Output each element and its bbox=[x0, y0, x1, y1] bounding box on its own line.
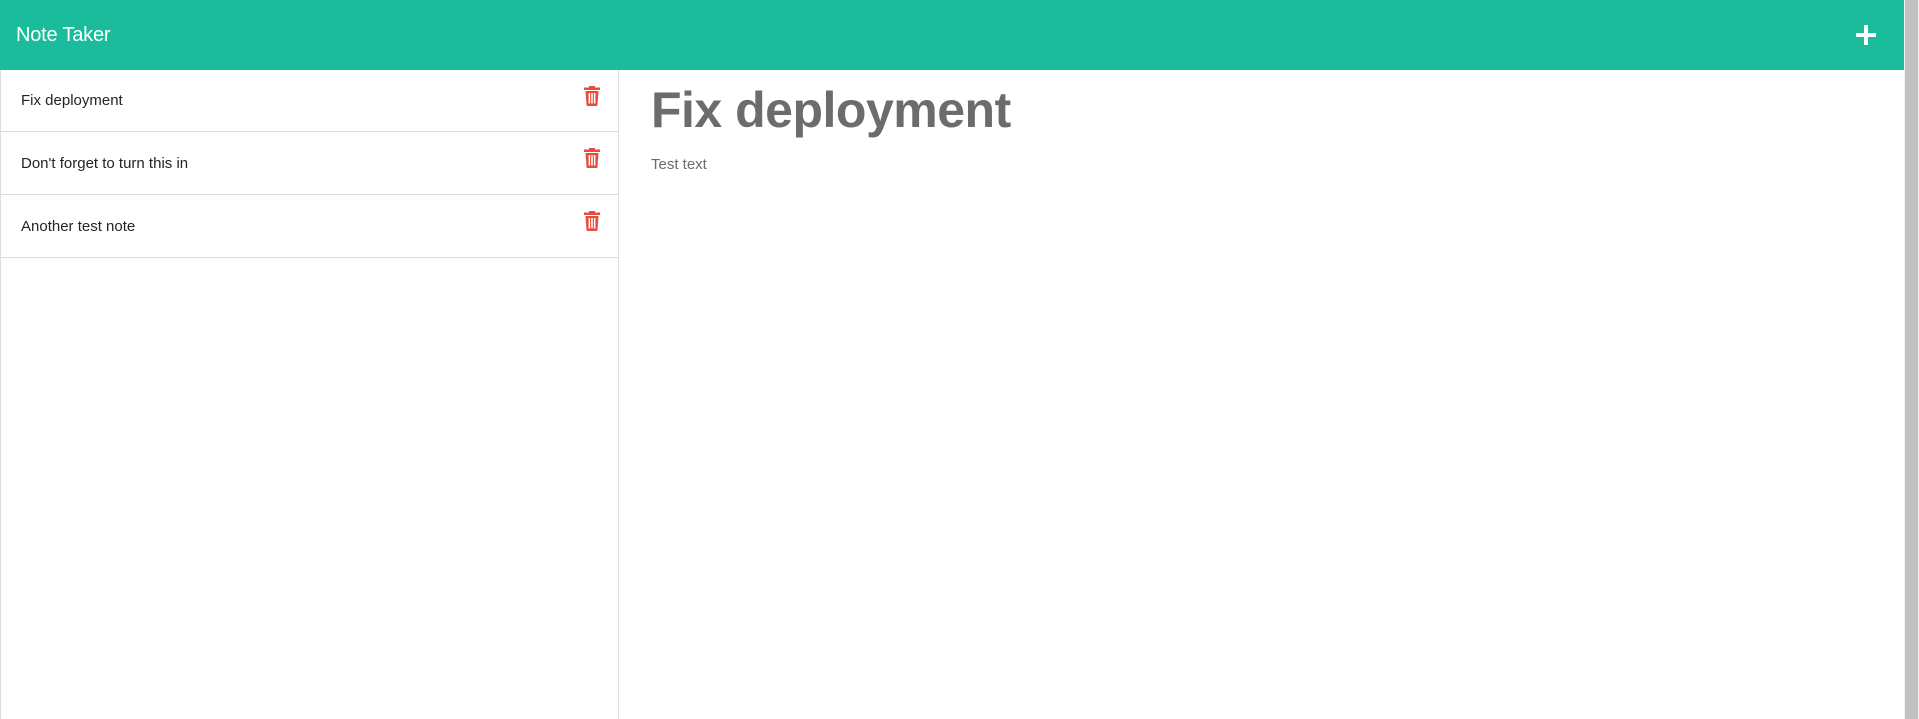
note-title: Fix deployment bbox=[21, 92, 123, 109]
trash-icon[interactable] bbox=[584, 148, 600, 168]
note-title: Another test note bbox=[21, 217, 136, 235]
note-title: Don't forget to turn this in bbox=[21, 154, 189, 172]
note-list-item[interactable]: Another test note bbox=[1, 195, 618, 258]
note-list-item[interactable]: Don't forget to turn this in bbox=[1, 132, 618, 195]
note-list: Fix deployment Don't forget to turn this… bbox=[1, 70, 618, 258]
plus-icon bbox=[1856, 25, 1876, 45]
page-scrollbar[interactable] bbox=[1904, 0, 1919, 719]
scrollbar-thumb[interactable] bbox=[1905, 0, 1918, 719]
app-brand[interactable]: Note Taker bbox=[16, 24, 111, 47]
navbar: Note Taker bbox=[0, 0, 1904, 70]
note-text-area[interactable]: Test text bbox=[651, 156, 1872, 173]
new-note-button[interactable] bbox=[1846, 15, 1886, 55]
note-list-item[interactable]: Fix deployment bbox=[1, 70, 618, 132]
note-title-field[interactable]: Fix deployment bbox=[651, 82, 1872, 135]
note-list-sidebar: Fix deployment Don't forget to turn this… bbox=[0, 70, 619, 719]
trash-icon[interactable] bbox=[584, 211, 600, 231]
note-editor: Fix deployment Test text bbox=[619, 70, 1904, 719]
trash-icon[interactable] bbox=[584, 86, 600, 106]
note-taker-app: Note Taker Fix deployment Don't forget t… bbox=[0, 0, 1919, 719]
